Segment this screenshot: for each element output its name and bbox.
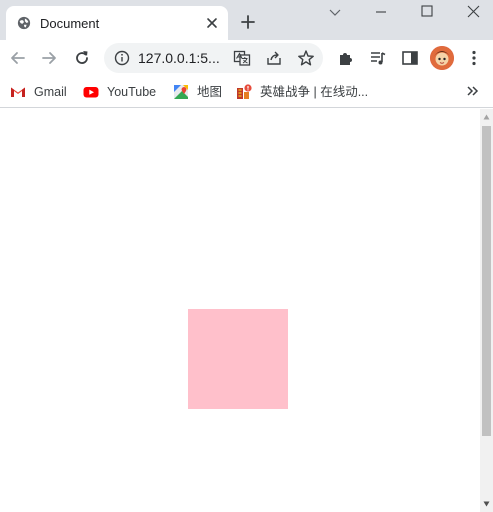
bookmark-game[interactable]: 英雄战争 | 在线动... [236, 82, 368, 102]
share-icon[interactable] [265, 49, 283, 67]
bookmark-label: Gmail [34, 85, 67, 99]
extensions-icon[interactable] [337, 49, 355, 67]
reload-icon[interactable] [73, 49, 91, 67]
maps-icon [174, 85, 188, 99]
page-viewport [0, 109, 480, 512]
media-icon[interactable] [369, 49, 387, 67]
game-icon [237, 84, 252, 99]
bookmark-label: YouTube [107, 85, 157, 99]
bookmark-maps[interactable]: 地图 [173, 82, 222, 102]
bookmarks-bar: Gmail YouTube 地图 英雄战争 | 在线动... [0, 76, 493, 108]
minimize-icon[interactable] [375, 6, 387, 18]
chevron-down-icon[interactable] [329, 6, 341, 18]
maximize-icon[interactable] [421, 5, 433, 17]
tab-document[interactable]: Document [6, 6, 228, 40]
close-icon[interactable] [467, 5, 480, 18]
browser-toolbar: 127.0.0.1:5... [0, 40, 493, 76]
globe-icon [17, 16, 31, 30]
pink-square [188, 309, 288, 409]
tab-title: Document [40, 16, 100, 31]
plus-icon[interactable] [240, 14, 256, 30]
close-icon[interactable] [205, 16, 219, 30]
bookmark-youtube[interactable]: YouTube [83, 82, 156, 102]
star-icon[interactable] [297, 49, 315, 67]
back-icon[interactable] [9, 49, 27, 67]
tab-strip: Document [0, 0, 493, 40]
double-chevron-right-icon[interactable] [466, 84, 480, 98]
vertical-scrollbar[interactable] [480, 109, 493, 512]
url-text[interactable]: 127.0.0.1:5... [138, 50, 220, 66]
forward-icon[interactable] [40, 49, 58, 67]
address-bar[interactable]: 127.0.0.1:5... [104, 43, 323, 73]
menu-icon[interactable] [465, 49, 483, 67]
scroll-down-arrow-icon[interactable] [483, 501, 490, 507]
bookmark-label: 地图 [197, 85, 223, 99]
side-panel-icon[interactable] [401, 49, 419, 67]
info-icon[interactable] [114, 50, 130, 66]
gmail-icon [11, 87, 25, 97]
translate-icon[interactable] [233, 49, 251, 67]
youtube-icon [83, 87, 99, 98]
bookmark-gmail[interactable]: Gmail [10, 82, 67, 102]
scrollbar-thumb[interactable] [482, 126, 491, 436]
bookmark-label: 英雄战争 | 在线动... [260, 85, 369, 99]
scroll-up-arrow-icon[interactable] [483, 114, 490, 120]
avatar[interactable] [430, 46, 454, 70]
